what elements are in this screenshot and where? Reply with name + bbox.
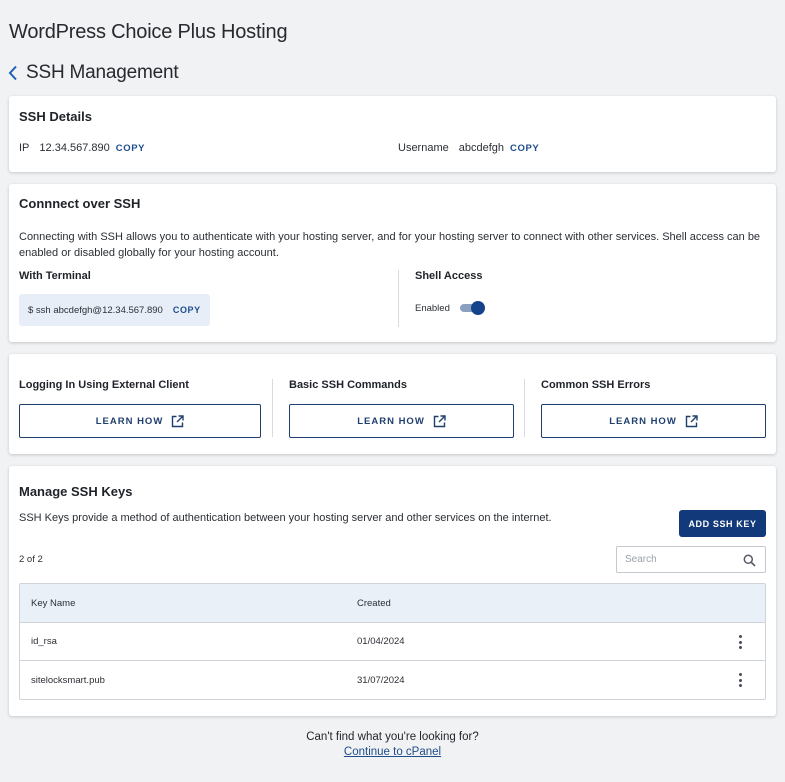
footer-link-row: Continue to cPanel (0, 746, 785, 758)
learn-how-label: LEARN HOW (357, 415, 425, 427)
external-link-icon (433, 414, 446, 428)
shell-access-toggle[interactable] (459, 301, 485, 315)
kebab-menu-icon[interactable] (735, 634, 745, 650)
page-title: WordPress Choice Plus Hosting (9, 21, 288, 43)
username-row: Username abcdefgh COPY (398, 142, 539, 154)
table-row: id_rsa 01/04/2024 (20, 623, 765, 661)
created-cell: 01/04/2024 (357, 636, 405, 647)
learn-how-label: LEARN HOW (609, 415, 677, 427)
username-label: Username (398, 142, 449, 154)
ssh-details-title: SSH Details (19, 109, 92, 124)
help-links-card: Logging In Using External Client LEARN H… (9, 354, 776, 454)
divider (398, 270, 399, 327)
username-value: abcdefgh (458, 142, 505, 154)
divider (272, 379, 273, 437)
column-created[interactable]: Created (357, 598, 687, 609)
learn-how-basic-commands-button[interactable]: LEARN HOW (289, 404, 514, 438)
help-title-common-errors: Common SSH Errors (541, 379, 651, 391)
table-header: Key Name Created (20, 584, 765, 623)
connect-ssh-card: Connnect over SSH Connecting with SSH al… (9, 184, 776, 342)
learn-how-label: LEARN HOW (95, 415, 164, 427)
key-name-cell: id_rsa (31, 636, 57, 647)
shell-access-label: Shell Access (415, 270, 483, 282)
ssh-command: $ ssh abcdefgh@12.34.567.890 (28, 304, 163, 316)
manage-keys-description: SSH Keys provide a method of authenticat… (19, 512, 552, 524)
copy-username-button[interactable]: COPY (510, 143, 539, 154)
search-icon[interactable] (743, 554, 756, 567)
learn-how-common-errors-button[interactable]: LEARN HOW (541, 404, 766, 438)
section-title: SSH Management (26, 62, 179, 83)
external-link-icon (171, 414, 184, 428)
divider (524, 379, 525, 437)
manage-keys-card: Manage SSH Keys SSH Keys provide a metho… (9, 466, 776, 716)
manage-keys-title: Manage SSH Keys (19, 484, 133, 499)
ip-label: IP (19, 142, 30, 154)
terminal-label: With Terminal (19, 270, 91, 282)
shell-status: Enabled (415, 302, 450, 314)
ssh-keys-table: Key Name Created id_rsa 01/04/2024 sitel… (19, 583, 766, 700)
key-name-cell: sitelocksmart.pub (31, 674, 105, 686)
kebab-menu-icon[interactable] (735, 672, 745, 688)
continue-to-cpanel-link[interactable]: Continue to cPanel (344, 746, 441, 758)
learn-how-external-client-button[interactable]: LEARN HOW (19, 404, 261, 438)
created-cell: 31/07/2024 (357, 674, 405, 686)
add-ssh-key-button[interactable]: ADD SSH KEY (679, 510, 766, 537)
toggle-knob (470, 301, 485, 315)
copy-ip-button[interactable]: COPY (116, 143, 145, 154)
back-navigation: SSH Management (8, 62, 179, 84)
ip-value: 12.34.567.890 (39, 142, 110, 154)
ssh-details-card: SSH Details IP 12.34.567.890 COPY Userna… (9, 96, 776, 172)
help-title-external-client: Logging In Using External Client (19, 379, 189, 391)
search-input[interactable] (625, 554, 737, 565)
help-question: Can't find what you're looking for? (306, 731, 479, 743)
connect-title: Connnect over SSH (19, 196, 141, 211)
copy-command-button[interactable]: COPY (173, 305, 201, 315)
ip-row: IP 12.34.567.890 COPY (19, 142, 145, 154)
shell-access-row: Enabled (415, 301, 485, 315)
search-field (616, 546, 766, 573)
connect-description: Connecting with SSH allows you to authen… (19, 231, 761, 259)
result-count: 2 of 2 (19, 554, 43, 565)
column-key-name[interactable]: Key Name (20, 598, 357, 609)
table-row: sitelocksmart.pub 31/07/2024 (20, 661, 765, 699)
chevron-left-icon[interactable] (8, 62, 22, 84)
ssh-command-box: $ ssh abcdefgh@12.34.567.890 COPY (19, 294, 210, 326)
help-title-basic-commands: Basic SSH Commands (289, 379, 407, 391)
external-link-icon (685, 414, 698, 428)
